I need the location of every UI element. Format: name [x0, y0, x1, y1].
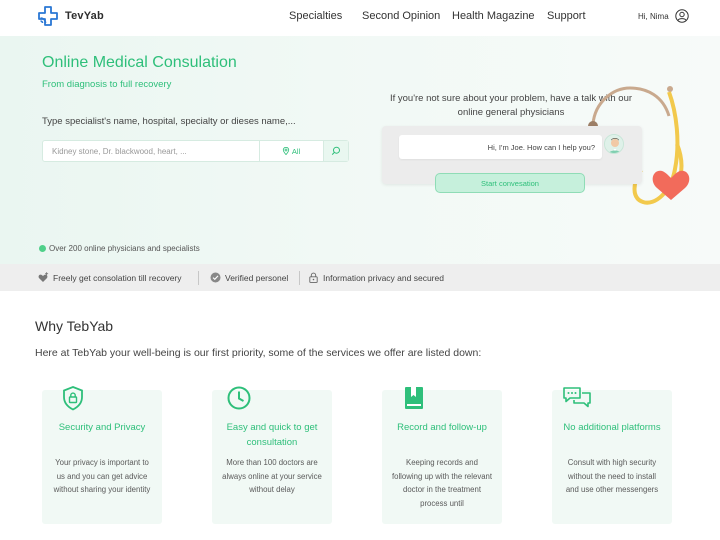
feature-free-consultation: Freely get consolation till recovery	[38, 272, 182, 283]
nav-health-magazine[interactable]: Health Magazine	[452, 10, 535, 22]
bookmark-book-icon	[405, 387, 423, 409]
card-description: Keeping records and following up with th…	[391, 458, 493, 508]
user-menu[interactable]: Hi, Nima	[638, 9, 689, 23]
user-greeting: Hi, Nima	[638, 11, 669, 21]
why-section-title: Why TebYab	[35, 318, 114, 334]
chat-message-bubble: Hi, I'm Joe. How can I help you?	[399, 135, 602, 159]
location-filter[interactable]: All	[260, 141, 322, 161]
brand-name: TevYab	[65, 10, 104, 22]
chat-message-text: Hi, I'm Joe. How can I help you?	[487, 142, 595, 152]
heart-plus-icon	[38, 272, 49, 282]
logo-cross-icon	[38, 6, 58, 26]
features-divider	[198, 271, 199, 285]
clock-icon	[227, 386, 251, 410]
nav-support[interactable]: Support	[547, 10, 586, 22]
verified-badge-icon	[210, 272, 221, 283]
search-input[interactable]	[43, 141, 259, 161]
card-description: Consult with high security without the n…	[565, 458, 659, 494]
hero-subtitle: From diagnosis to full recovery	[42, 79, 172, 90]
features-bar: Freely get consolation till recovery Ver…	[0, 264, 720, 291]
card-title: No additional platforms	[563, 422, 661, 433]
search-icon	[331, 146, 340, 155]
online-dot-icon	[39, 245, 46, 252]
user-avatar-icon	[674, 9, 689, 23]
card-title: Record and follow-up	[397, 422, 487, 433]
feature-verified: Verified personel	[210, 272, 288, 283]
features-divider	[299, 271, 300, 285]
top-header: TevYab Specialties Second Opinion Health…	[0, 0, 720, 36]
nav-specialties[interactable]: Specialties	[289, 10, 342, 22]
shield-lock-icon	[63, 386, 83, 411]
card-description: More than 100 doctors are always online …	[222, 458, 322, 494]
filter-label: All	[291, 146, 301, 156]
feature-label: Freely get consolation till recovery	[53, 272, 182, 283]
hero-title: Online Medical Consulation	[42, 54, 237, 71]
doctor-avatar	[604, 134, 624, 154]
search-label: Type specialist's name, hospital, specia…	[42, 116, 296, 127]
feature-privacy: Information privacy and secured	[308, 272, 444, 283]
feature-label: Verified personel	[225, 272, 289, 283]
location-pin-icon	[282, 147, 289, 155]
lock-icon	[309, 272, 318, 283]
chat-bubbles-icon	[563, 387, 591, 408]
nav-second-opinion[interactable]: Second Opinion	[362, 10, 440, 22]
search-button[interactable]	[323, 141, 348, 161]
service-card-records[interactable]: Record and follow-up Keeping records and…	[382, 390, 502, 524]
search-box: All	[42, 140, 349, 162]
why-section-subtitle: Here at TebYab your well-being is our fi…	[35, 347, 482, 359]
online-status-text: Over 200 online physicians and specialis…	[49, 244, 200, 253]
start-conversation-button[interactable]: Start convesation	[435, 173, 585, 193]
brand-logo[interactable]: TevYab	[38, 6, 104, 26]
hero-section: Online Medical Consulation From diagnosi…	[0, 36, 720, 264]
online-status: Over 200 online physicians and specialis…	[39, 244, 200, 253]
card-description: Your privacy is important to us and you …	[53, 458, 151, 494]
card-title: Security and Privacy	[58, 422, 146, 433]
feature-label: Information privacy and secured	[323, 272, 444, 283]
card-title: Easy and quick to get consultation	[226, 422, 318, 448]
